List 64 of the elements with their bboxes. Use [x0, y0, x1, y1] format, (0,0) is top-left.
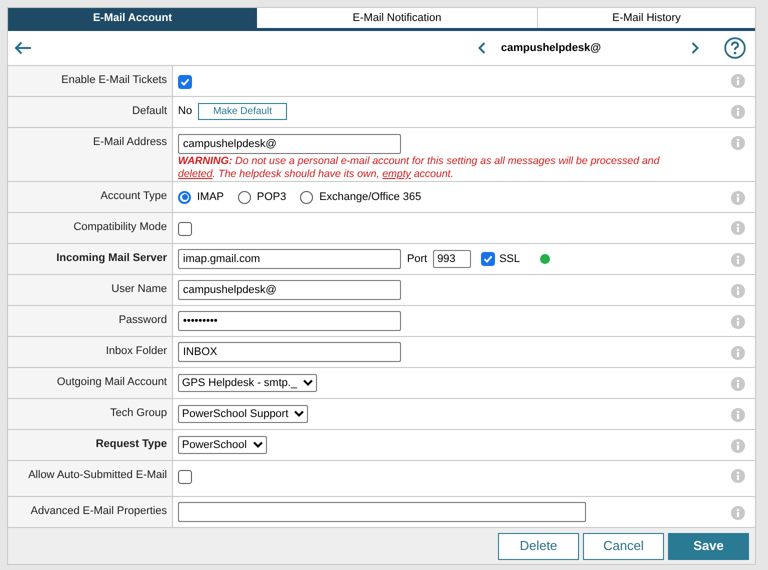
default-value: No	[178, 104, 192, 120]
info-icon[interactable]	[731, 408, 745, 422]
checkbox[interactable]	[178, 470, 192, 484]
info-icon[interactable]	[731, 346, 745, 360]
ssl-label: SSL	[499, 252, 520, 267]
warning-text: WARNING: Do not use a personal e-mail account for this setting as all messages will be processed and deleted. The helpdesk should have its own, empty account.	[178, 155, 661, 181]
radio-option[interactable]: POP3	[238, 188, 286, 206]
info-icon[interactable]	[731, 315, 745, 329]
save-button[interactable]: Save	[668, 532, 749, 560]
make-default-button[interactable]: Make Default	[198, 103, 287, 120]
field-label: E-Mail Address	[93, 136, 167, 149]
info-icon[interactable]	[731, 191, 745, 205]
field-label: Enable E-Mail Tickets	[61, 74, 167, 87]
dropdown[interactable]: GPS Helpdesk - smtp._	[178, 374, 317, 392]
text-field[interactable]: imap.gmail.com	[178, 249, 401, 269]
next-icon[interactable]	[691, 42, 699, 54]
port-label: Port	[407, 252, 428, 267]
dropdown[interactable]: PowerSchool	[178, 436, 267, 454]
chevron-down-icon	[294, 410, 304, 418]
info-icon[interactable]	[731, 377, 745, 391]
action-button[interactable]: Cancel	[583, 532, 664, 560]
checkbox[interactable]	[481, 252, 496, 266]
chevron-down-icon	[302, 379, 313, 387]
info-icon[interactable]	[731, 136, 745, 150]
field-label: Request Type	[96, 438, 167, 451]
check-icon	[483, 254, 494, 264]
radio-option[interactable]: IMAP	[178, 188, 224, 206]
field-label: Inbox Folder	[106, 345, 167, 358]
check-icon	[180, 77, 190, 87]
field-label: Incoming Mail Server	[56, 252, 167, 265]
text-field[interactable]: •••••••••	[178, 311, 401, 331]
chevron-down-icon	[252, 441, 263, 449]
radio-option[interactable]: Exchange/Office 365	[300, 188, 422, 206]
account-title: campushelpdesk@	[500, 40, 602, 56]
info-icon[interactable]	[731, 506, 745, 520]
field-label: Tech Group	[110, 407, 167, 420]
port-field[interactable]: 993	[433, 250, 472, 268]
checkbox[interactable]	[178, 222, 192, 236]
text-field[interactable]: campushelpdesk@	[178, 134, 401, 154]
text-field[interactable]: INBOX	[178, 342, 401, 362]
field-label: Compatibility Mode	[73, 221, 167, 234]
info-icon[interactable]	[731, 105, 745, 119]
checkbox[interactable]	[178, 75, 192, 89]
help-icon[interactable]	[724, 37, 746, 59]
field-label: Outgoing Mail Account	[56, 376, 167, 389]
info-icon[interactable]	[731, 439, 745, 453]
text-field[interactable]	[178, 502, 586, 522]
tab[interactable]: E-Mail Account	[8, 8, 257, 28]
info-icon[interactable]	[731, 253, 745, 267]
field-label: Password	[118, 314, 167, 327]
info-icon[interactable]	[731, 469, 745, 483]
field-label: Allow Auto-Submitted E-Mail	[28, 469, 167, 482]
text-field[interactable]: campushelpdesk@	[178, 280, 401, 300]
field-label: Default	[132, 105, 167, 118]
back-arrow-icon[interactable]	[14, 41, 32, 55]
info-icon[interactable]	[731, 284, 745, 298]
info-icon[interactable]	[731, 74, 745, 88]
field-label: Advanced E-Mail Properties	[30, 505, 167, 518]
field-label: User Name	[111, 283, 167, 296]
action-button[interactable]: Delete	[498, 532, 579, 560]
info-icon[interactable]	[731, 221, 745, 235]
field-label: Account Type	[100, 190, 167, 203]
dropdown[interactable]: PowerSchool Support	[178, 405, 308, 423]
previous-icon[interactable]	[478, 42, 486, 54]
